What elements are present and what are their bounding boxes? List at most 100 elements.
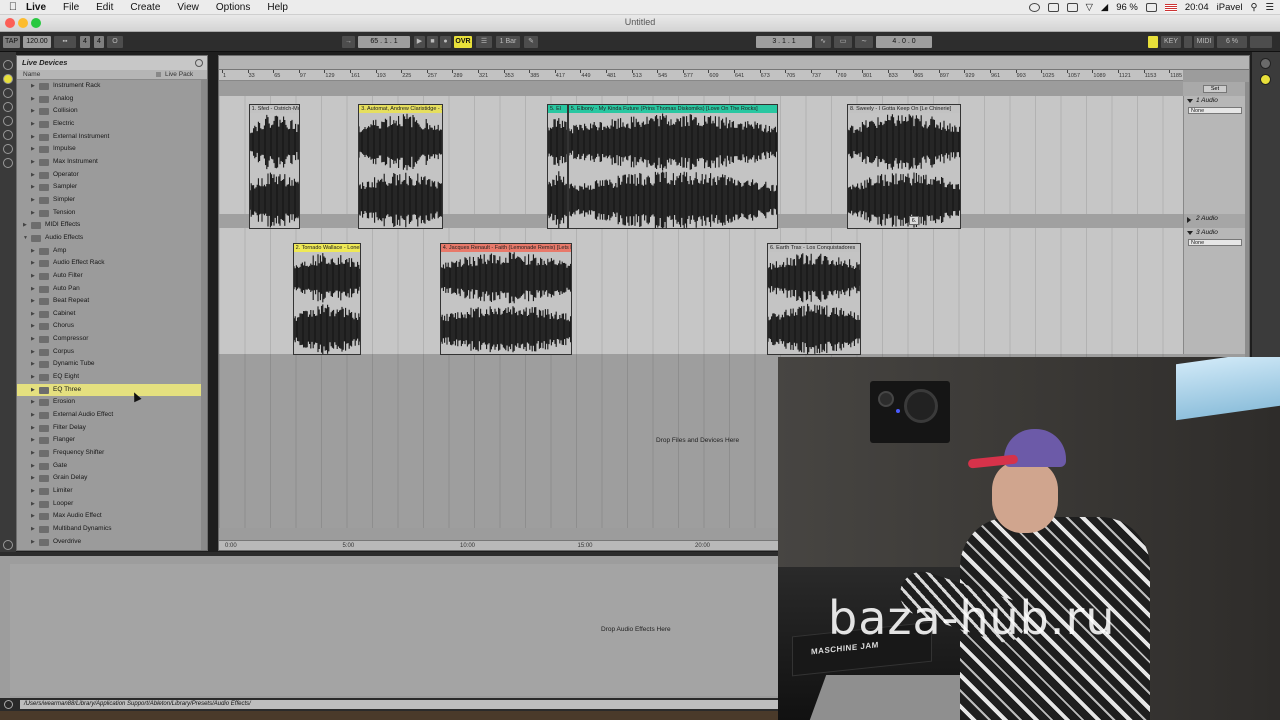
column-name[interactable]: Name bbox=[23, 70, 40, 80]
browser-item[interactable]: ▶ Auto Filter bbox=[17, 270, 207, 283]
browser-item[interactable]: ▶ Analog bbox=[17, 93, 207, 106]
plugins-icon[interactable] bbox=[3, 88, 13, 98]
chevron-right-icon[interactable]: ▶ bbox=[31, 93, 35, 106]
punch-in-icon[interactable]: ▭ bbox=[834, 36, 852, 48]
browser-item[interactable]: ▶ Beat Repeat bbox=[17, 295, 207, 308]
browser-item[interactable]: ▶ Flanger bbox=[17, 434, 207, 447]
user-library-icon[interactable] bbox=[3, 144, 13, 154]
chevron-right-icon[interactable]: ▶ bbox=[31, 523, 35, 536]
draw-mode-icon[interactable]: ✎ bbox=[524, 36, 538, 48]
browser-options-icon[interactable] bbox=[195, 59, 203, 67]
places-icon[interactable] bbox=[3, 158, 13, 168]
audio-clip[interactable]: 5. El bbox=[547, 104, 568, 229]
display-icon[interactable] bbox=[1047, 3, 1059, 12]
chevron-right-icon[interactable]: ▶ bbox=[31, 472, 35, 485]
track-header-2[interactable]: 2 Audio bbox=[1183, 214, 1245, 228]
chevron-right-icon[interactable]: ▶ bbox=[31, 384, 35, 397]
browser-item[interactable]: ▶ Looper bbox=[17, 498, 207, 511]
menu-file[interactable]: File bbox=[63, 2, 79, 13]
browser-item[interactable]: ▶ Corpus bbox=[17, 346, 207, 359]
chevron-right-icon[interactable]: ▶ bbox=[31, 295, 35, 308]
chevron-right-icon[interactable]: ▶ bbox=[31, 371, 35, 384]
browser-item[interactable]: ▶ Instrument Rack bbox=[17, 80, 207, 93]
clip-title[interactable]: 3. Automat, Andrew Claristidge - St bbox=[359, 105, 442, 113]
volume-icon[interactable]: ◢ bbox=[1101, 2, 1108, 13]
menu-live[interactable]: Live bbox=[26, 2, 46, 13]
chevron-right-icon[interactable]: ▶ bbox=[31, 333, 35, 346]
track-name[interactable]: 1 Audio bbox=[1184, 96, 1245, 106]
browser-item[interactable]: ▶ Grain Delay bbox=[17, 472, 207, 485]
samples-icon[interactable] bbox=[3, 116, 13, 126]
browser-item[interactable]: ▶ Erosion bbox=[17, 396, 207, 409]
clip-title[interactable]: 5. El bbox=[548, 105, 567, 113]
list-icon[interactable]: ☰ bbox=[1265, 2, 1274, 13]
time-sig-denominator[interactable]: 4 bbox=[94, 36, 104, 48]
chevron-right-icon[interactable]: ▶ bbox=[31, 194, 35, 207]
chevron-right-icon[interactable]: ▶ bbox=[31, 105, 35, 118]
chevron-right-icon[interactable]: ▶ bbox=[31, 536, 35, 549]
song-position-field[interactable]: 65 . 1 . 1 bbox=[358, 36, 410, 48]
chevron-right-icon[interactable]: ▶ bbox=[31, 409, 35, 422]
menu-help[interactable]: Help bbox=[267, 2, 288, 13]
clip-title[interactable]: 8. Sweely - I Gotta Keep On [Le Chinerie… bbox=[848, 105, 961, 113]
clip-title[interactable]: 5. Elbony - My Kinda Future (Prins Thoma… bbox=[568, 105, 778, 113]
spotlight-icon[interactable]: ⚲ bbox=[1251, 2, 1258, 13]
arrangement-overview[interactable] bbox=[219, 56, 1249, 70]
chevron-right-icon[interactable]: ▶ bbox=[31, 131, 35, 144]
track-name[interactable]: 3 Audio bbox=[1184, 228, 1245, 238]
search-icon[interactable] bbox=[3, 60, 13, 70]
loop-length-field[interactable]: 4 . 0 . 0 bbox=[876, 36, 932, 48]
track2-marker[interactable]: 6. bbox=[909, 216, 919, 225]
browser-item[interactable]: ▶ EQ Eight bbox=[17, 371, 207, 384]
browser-item[interactable]: ▼ Audio Effects bbox=[17, 232, 207, 245]
browser-item[interactable]: ▶ Compressor bbox=[17, 333, 207, 346]
browser-item[interactable]: ▶ Overdrive bbox=[17, 536, 207, 549]
chevron-right-icon[interactable]: ▶ bbox=[31, 422, 35, 435]
chevron-right-icon[interactable]: ▶ bbox=[31, 181, 35, 194]
stop-icon[interactable]: ■ bbox=[427, 36, 438, 48]
user-name[interactable]: iPavel bbox=[1217, 2, 1243, 13]
browser-item[interactable]: ▶ External Audio Effect bbox=[17, 409, 207, 422]
track-header-1[interactable]: 1 Audio None bbox=[1183, 96, 1245, 214]
track-name[interactable]: 2 Audio bbox=[1184, 214, 1245, 224]
column-live-pack[interactable]: Live Pack bbox=[165, 70, 193, 80]
audio-clip[interactable]: 3. Automat, Andrew Claristidge - St bbox=[358, 104, 443, 229]
browser-item[interactable]: ▶ Cabinet bbox=[17, 308, 207, 321]
metronome-button[interactable]: O bbox=[107, 36, 123, 48]
chevron-right-icon[interactable]: ▶ bbox=[31, 320, 35, 333]
clip-title[interactable]: 1. Sfed - Ostrich-Mo bbox=[249, 105, 299, 113]
audio-clip[interactable]: 5. Elbony - My Kinda Future (Prins Thoma… bbox=[567, 104, 779, 229]
notification-icon[interactable] bbox=[1028, 3, 1040, 12]
beat-ruler[interactable]: 1 33 65 97 129 161 193 225 257 289 321 353 385 417 449… bbox=[219, 70, 1183, 81]
live-devices-icon[interactable] bbox=[3, 74, 13, 84]
clip-title[interactable]: 4. Jacques Renault - Faith (Lemonade Rem… bbox=[440, 244, 571, 252]
flag-icon[interactable] bbox=[1164, 3, 1177, 12]
input-chooser[interactable]: None bbox=[1188, 239, 1242, 246]
chevron-right-icon[interactable]: ▶ bbox=[31, 257, 35, 270]
session-view-icon[interactable] bbox=[1260, 58, 1271, 69]
browser-item[interactable]: ▶ Dynamic Tube bbox=[17, 358, 207, 371]
tap-tempo-button[interactable]: TAP bbox=[3, 36, 20, 48]
automation-arm-icon[interactable]: ☰ bbox=[476, 36, 492, 48]
browser-item[interactable]: ▶ Limiter bbox=[17, 485, 207, 498]
follow-icon[interactable]: → bbox=[342, 36, 355, 48]
browser-item[interactable]: ▶ Amp bbox=[17, 245, 207, 258]
chevron-right-icon[interactable]: ▶ bbox=[31, 396, 35, 409]
chevron-right-icon[interactable]: ▶ bbox=[31, 434, 35, 447]
punch-out-icon[interactable]: ∼ bbox=[855, 36, 873, 48]
browser-item[interactable]: ▶ Impulse bbox=[17, 143, 207, 156]
status-toggle-icon[interactable] bbox=[4, 700, 13, 709]
chevron-right-icon[interactable]: ▶ bbox=[31, 169, 35, 182]
key-map-button[interactable]: KEY bbox=[1161, 36, 1181, 48]
browser-item[interactable]: ▶ EQ Three bbox=[17, 383, 207, 397]
chevron-right-icon[interactable]: ▶ bbox=[31, 308, 35, 321]
chevron-right-icon[interactable]: ▶ bbox=[31, 80, 35, 93]
time-sig-numerator[interactable]: 4 bbox=[80, 36, 90, 48]
clips-icon[interactable] bbox=[3, 102, 13, 112]
quantize-menu[interactable]: 1 Bar bbox=[496, 36, 520, 48]
play-icon[interactable]: ▶ bbox=[414, 36, 425, 48]
packs-icon[interactable] bbox=[3, 130, 13, 140]
tempo-field[interactable]: 120.00 bbox=[23, 36, 51, 48]
chevron-right-icon[interactable]: ▶ bbox=[31, 245, 35, 258]
browser-item[interactable]: ▶ Tension bbox=[17, 207, 207, 220]
